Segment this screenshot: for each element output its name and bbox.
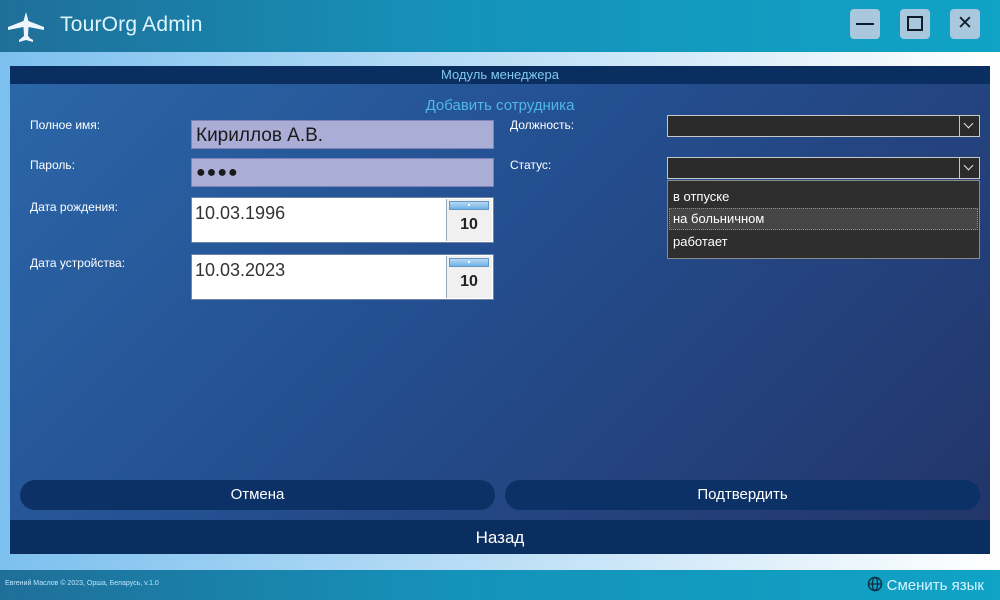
status-label: Статус: bbox=[510, 158, 552, 172]
minimize-button[interactable] bbox=[850, 9, 880, 39]
hire-date-value[interactable]: 10.03.2023 bbox=[195, 260, 285, 281]
hire-date-picker[interactable]: 10.03.2023 10 bbox=[191, 254, 494, 300]
form-title: Добавить сотрудника bbox=[425, 97, 575, 114]
status-option-working[interactable]: работает bbox=[669, 231, 978, 253]
hire-date-label: Дата устройства: bbox=[30, 256, 126, 270]
status-dropdown-list: в отпуске на больничном работает bbox=[667, 180, 980, 259]
copyright-text: Евгений Маслов © 2023, Орша, Беларусь, v… bbox=[5, 580, 159, 587]
full-name-input[interactable]: Кириллов А.В. bbox=[191, 120, 494, 149]
calendar-icon bbox=[449, 201, 489, 210]
birth-date-label: Дата рождения: bbox=[30, 200, 118, 214]
back-button[interactable]: Назад bbox=[10, 520, 990, 554]
status-bar: Евгений Маслов © 2023, Орша, Беларусь, v… bbox=[0, 570, 1000, 600]
calendar-day: 10 bbox=[460, 273, 478, 290]
status-combobox[interactable] bbox=[667, 157, 980, 179]
birth-date-value[interactable]: 10.03.1996 bbox=[195, 203, 285, 224]
title-bar: TourOrg Admin ✕ bbox=[0, 0, 1000, 52]
status-option-sick-leave[interactable]: на больничном bbox=[669, 208, 978, 230]
change-language-label: Сменить язык bbox=[886, 577, 984, 594]
password-input[interactable]: ●●●● bbox=[191, 158, 494, 187]
cancel-button[interactable]: Отмена bbox=[20, 480, 495, 510]
maximize-button[interactable] bbox=[900, 9, 930, 39]
chevron-down-icon[interactable] bbox=[959, 158, 979, 178]
app-title: TourOrg Admin bbox=[60, 13, 203, 36]
manager-module-panel: Модуль менеджера Добавить сотрудника Пол… bbox=[10, 66, 990, 520]
close-button[interactable]: ✕ bbox=[950, 9, 980, 39]
position-combobox[interactable] bbox=[667, 115, 980, 137]
confirm-button[interactable]: Подтвердить bbox=[505, 480, 980, 510]
hire-date-calendar-button[interactable]: 10 bbox=[446, 256, 492, 298]
module-header: Модуль менеджера bbox=[10, 66, 990, 84]
birth-date-picker[interactable]: 10.03.1996 10 bbox=[191, 197, 494, 243]
airplane-logo-icon bbox=[8, 12, 44, 42]
close-icon: ✕ bbox=[957, 13, 973, 34]
calendar-icon bbox=[449, 258, 489, 267]
globe-icon bbox=[867, 576, 882, 592]
chevron-down-icon[interactable] bbox=[959, 116, 979, 136]
password-label: Пароль: bbox=[30, 158, 75, 172]
position-label: Должность: bbox=[510, 118, 575, 132]
status-option-vacation[interactable]: в отпуске bbox=[669, 186, 978, 208]
change-language-button[interactable]: Сменить язык bbox=[867, 576, 984, 594]
full-name-label: Полное имя: bbox=[30, 118, 101, 132]
calendar-day: 10 bbox=[460, 216, 478, 233]
birth-date-calendar-button[interactable]: 10 bbox=[446, 199, 492, 241]
